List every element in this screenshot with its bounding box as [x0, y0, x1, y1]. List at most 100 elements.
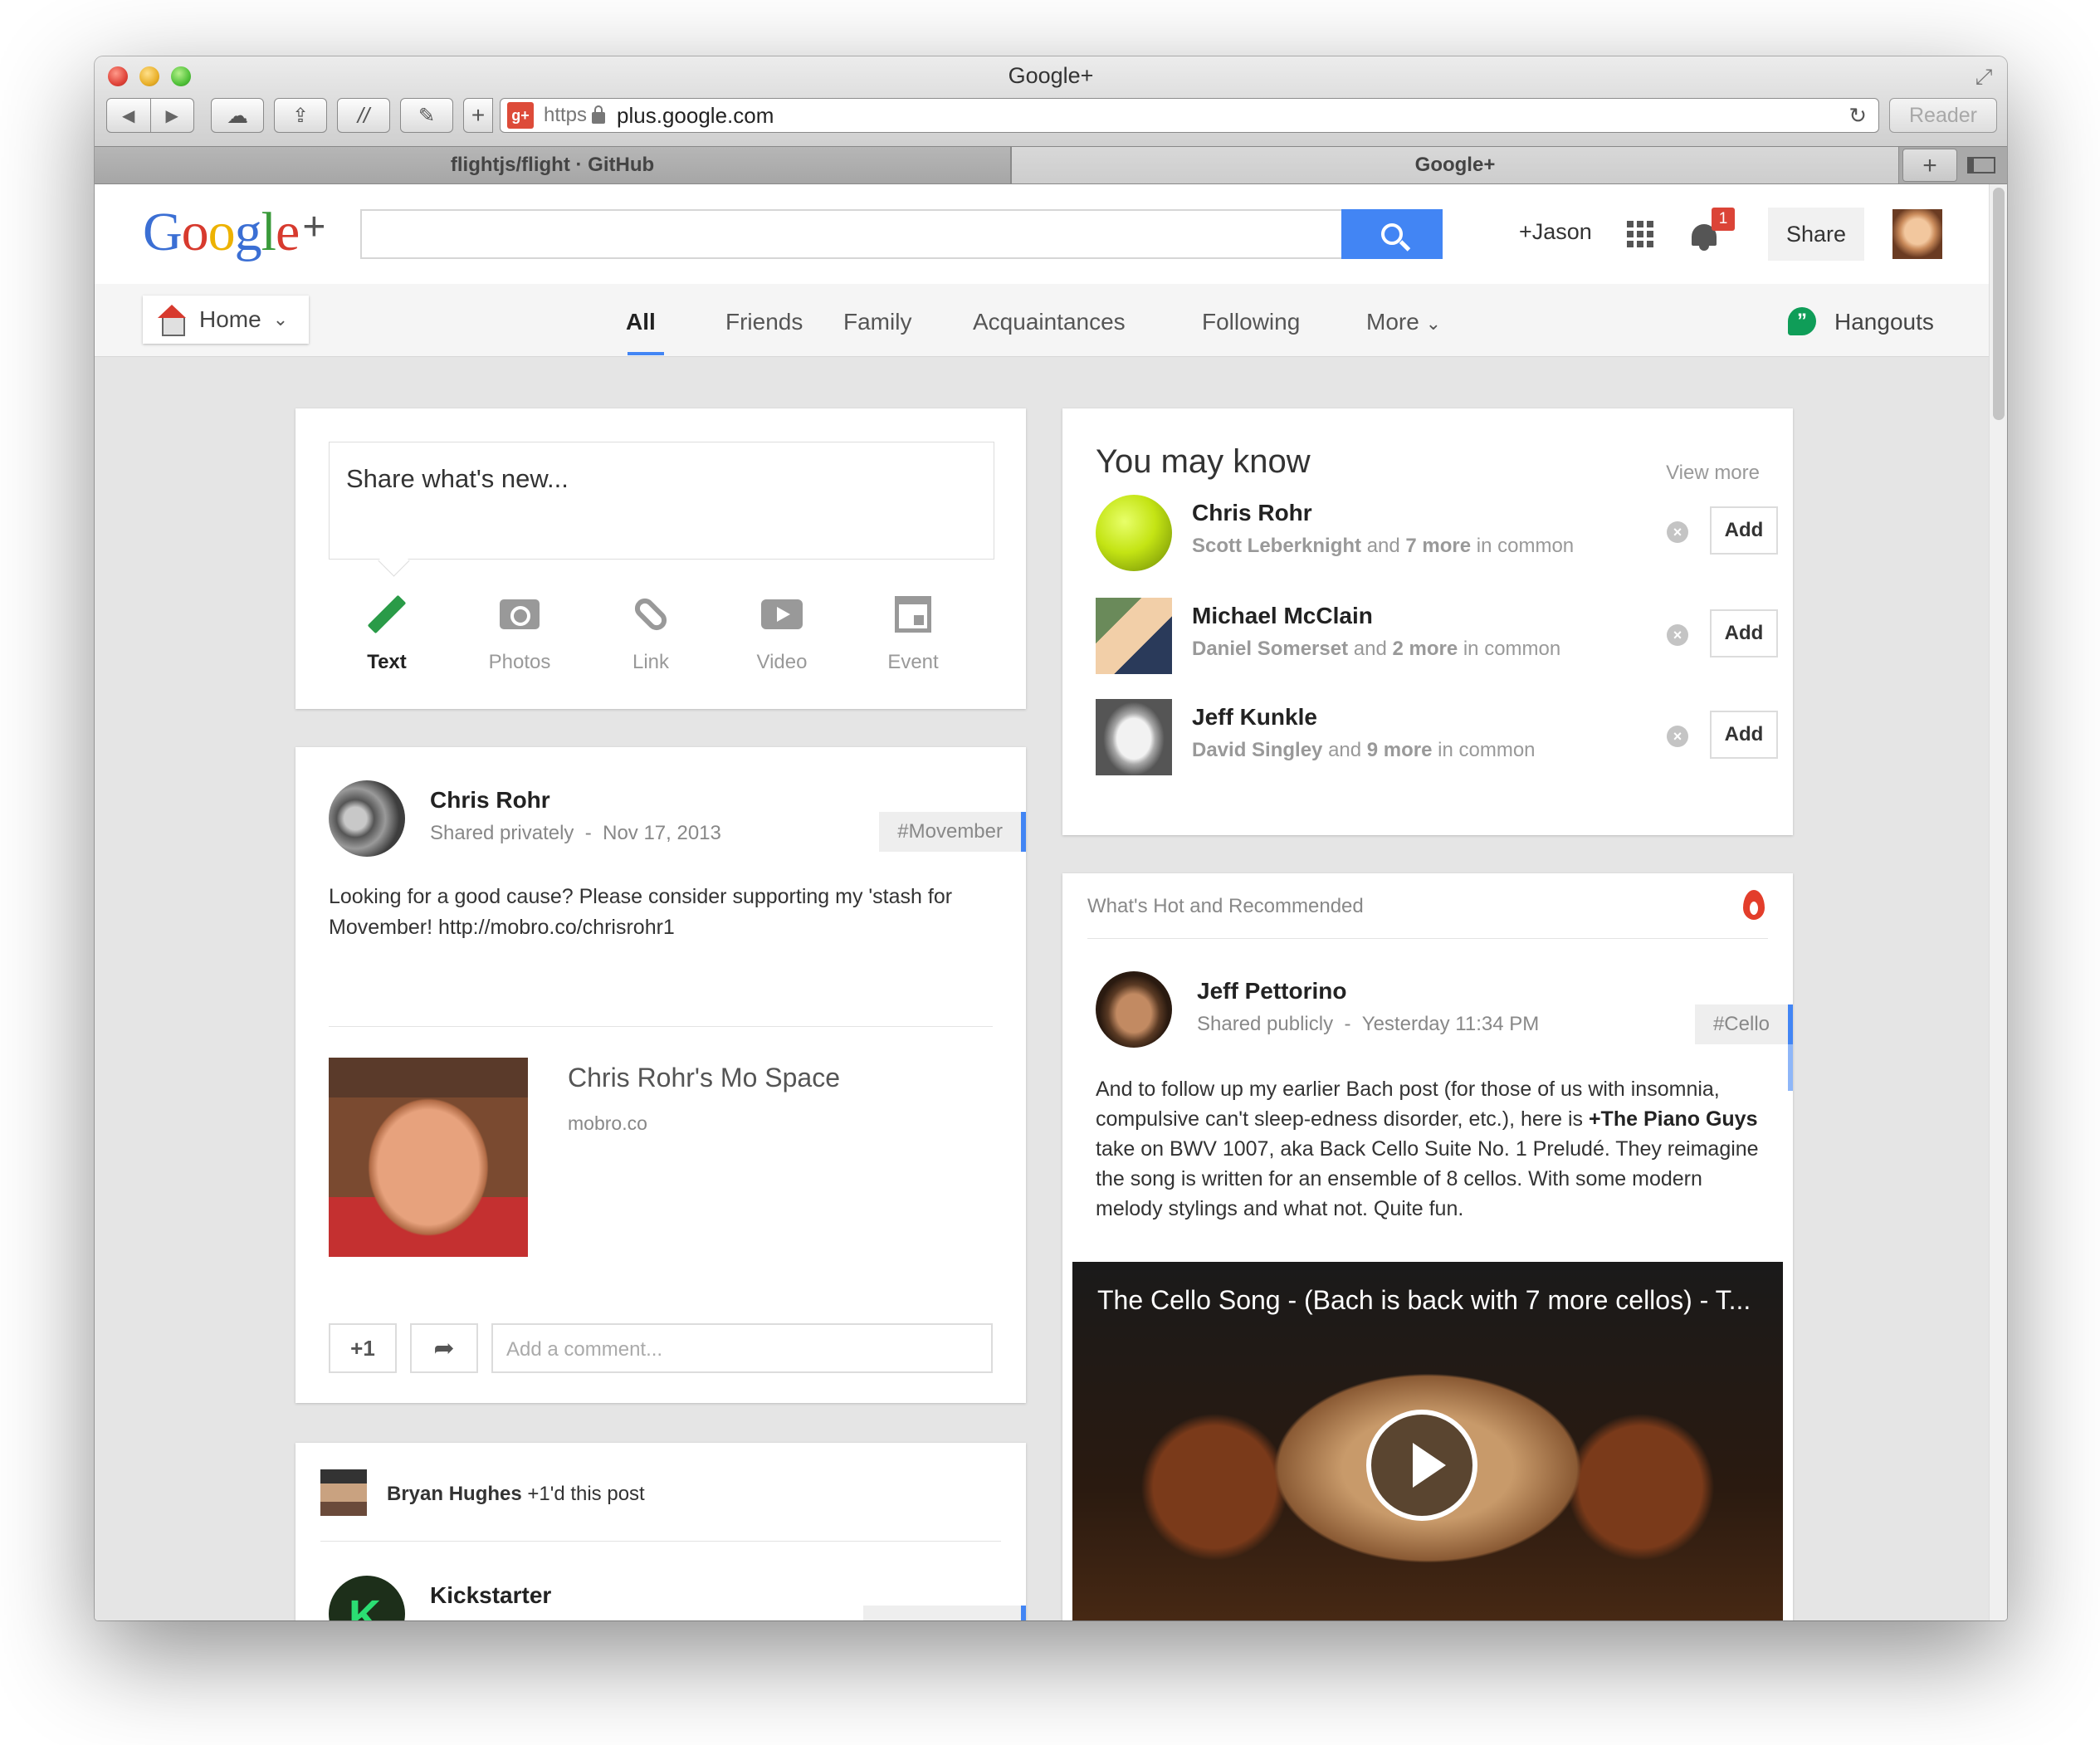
share-option-link[interactable]: Link — [593, 591, 709, 674]
person-name[interactable]: Jeff Kunkle — [1192, 704, 1317, 731]
plusoner-name[interactable]: Bryan Hughes — [387, 1483, 522, 1505]
post-meta: Shared publicly - Yesterday 11:34 PM — [1197, 1013, 1540, 1035]
post-text: Looking for a good cause? Please conside… — [329, 885, 953, 939]
avatar[interactable] — [1096, 495, 1172, 571]
tab-following[interactable]: Following — [1202, 309, 1300, 335]
post-date[interactable]: Nov 17, 2013 — [603, 822, 721, 844]
share-page-button[interactable]: ⇪ — [274, 98, 327, 133]
active-tab-indicator — [628, 352, 664, 355]
divider — [1087, 938, 1768, 939]
forward-icon[interactable]: ▶ — [150, 105, 193, 126]
video-title[interactable]: The Cello Song - (Bach is back with 7 mo… — [1097, 1285, 1751, 1316]
add-bookmark-button[interactable]: + — [463, 98, 493, 133]
home-menu-button[interactable]: Home ⌄ — [143, 296, 309, 344]
avatar[interactable] — [1096, 971, 1172, 1048]
back-icon[interactable]: ◀ — [107, 105, 150, 126]
extension-button[interactable]: // — [337, 98, 390, 133]
fullscreen-icon[interactable]: ⤢ — [1972, 65, 1995, 88]
window-title: Google+ — [1008, 63, 1094, 88]
kickstarter-avatar[interactable] — [329, 1576, 405, 1620]
post-author[interactable]: Jeff Pettorino — [1197, 978, 1346, 1004]
apps-grid-icon[interactable] — [1627, 221, 1653, 247]
chevron-down-icon: ⌄ — [272, 309, 289, 330]
icloud-tabs-button[interactable]: ☁ — [211, 98, 264, 133]
scroll-thumb[interactable] — [1993, 188, 2005, 420]
tab-bar: flightjs/flight · GitHub Google+ + — [95, 146, 2007, 184]
profile-link[interactable]: +Jason — [1519, 219, 1592, 245]
notification-count-badge[interactable]: 1 — [1712, 208, 1735, 231]
lock-icon — [592, 105, 606, 124]
dismiss-icon[interactable]: × — [1667, 726, 1688, 747]
avatar[interactable] — [329, 780, 405, 857]
share-box-card: Share what's new... Text Photos Link Vid… — [295, 408, 1026, 709]
post-author[interactable]: Chris Rohr — [430, 787, 550, 814]
reload-icon[interactable]: ↻ — [1848, 103, 1867, 129]
search-button[interactable] — [1341, 209, 1443, 259]
post-visibility[interactable]: Shared publicly — [1197, 1013, 1333, 1035]
dismiss-icon[interactable]: × — [1667, 521, 1688, 543]
share-button[interactable]: Share — [1768, 208, 1864, 261]
plusoned-line: Bryan Hughes +1'd this post — [387, 1483, 645, 1506]
reader-button[interactable]: Reader — [1889, 98, 1997, 133]
tab-github[interactable]: flightjs/flight · GitHub — [95, 147, 1011, 183]
add-comment-input[interactable]: Add a comment... — [491, 1323, 993, 1373]
tab-overview-icon[interactable] — [1967, 157, 1995, 174]
url-domain: plus.google.com — [617, 102, 774, 128]
share-out-icon: ⇪ — [291, 104, 310, 127]
play-icon[interactable] — [1366, 1410, 1477, 1521]
link-preview-image[interactable] — [329, 1058, 528, 1257]
post-visibility[interactable]: Shared privately — [430, 822, 574, 844]
reshare-button[interactable]: ➦ — [410, 1323, 478, 1373]
add-person-button[interactable]: Add — [1710, 711, 1778, 759]
tab-more-label: More — [1366, 309, 1419, 335]
add-person-button[interactable]: Add — [1710, 609, 1778, 657]
cloud-icon: ☁ — [227, 102, 248, 128]
gplus-favicon: g+ — [507, 102, 534, 129]
tab-more[interactable]: More ⌄ — [1366, 309, 1441, 335]
tab-family[interactable]: Family — [843, 309, 911, 335]
share-option-photos[interactable]: Photos — [462, 591, 578, 674]
post-author[interactable]: Kickstarter — [430, 1582, 551, 1609]
plus-one-button[interactable]: +1 — [329, 1323, 397, 1373]
hashtag-badge[interactable] — [863, 1606, 1026, 1620]
hashtag-badge[interactable]: #Movember — [879, 812, 1026, 852]
tab-google-plus[interactable]: Google+ — [1011, 147, 1899, 183]
new-tab-button[interactable]: + — [1902, 149, 1957, 182]
browser-window: Google+ ⤢ ◀ ▶ ☁ ⇪ // ✎ + g+ https plus.go… — [95, 56, 2007, 1620]
suggested-person: Chris Rohr Scott Leberknight and 7 more … — [1096, 495, 1778, 571]
tools-button[interactable]: ✎ — [400, 98, 453, 133]
share-option-label: Video — [756, 651, 808, 673]
video-embed[interactable]: The Cello Song - (Bach is back with 7 mo… — [1072, 1262, 1783, 1620]
share-option-text[interactable]: Text — [329, 591, 445, 674]
hashtag-accent-bar — [1788, 1044, 1793, 1091]
hashtag-badge[interactable]: #Cello — [1694, 1004, 1793, 1044]
link-preview-title[interactable]: Chris Rohr's Mo Space — [568, 1063, 840, 1093]
add-person-button[interactable]: Add — [1710, 506, 1778, 555]
account-avatar[interactable] — [1892, 209, 1942, 259]
share-option-event[interactable]: Event — [855, 591, 971, 674]
tab-acquaintances[interactable]: Acquaintances — [973, 309, 1126, 335]
search-input[interactable] — [360, 209, 1343, 259]
suggested-person: Jeff Kunkle David Singley and 9 more in … — [1096, 699, 1778, 775]
avatar[interactable] — [320, 1469, 367, 1516]
view-more-link[interactable]: View more — [1666, 462, 1760, 485]
share-option-video[interactable]: Video — [724, 591, 840, 674]
share-option-label: Event — [887, 651, 939, 673]
tab-all[interactable]: All — [626, 309, 656, 335]
avatar[interactable] — [1096, 598, 1172, 674]
plus-icon: + — [471, 102, 486, 128]
hangouts-link[interactable]: Hangouts — [1834, 309, 1934, 335]
address-bar[interactable]: g+ https plus.google.com ↻ — [500, 98, 1879, 133]
avatar[interactable] — [1096, 699, 1172, 775]
mention-link[interactable]: +The Piano Guys — [1589, 1107, 1758, 1131]
person-name[interactable]: Michael McClain — [1192, 603, 1373, 629]
dismiss-icon[interactable]: × — [1667, 624, 1688, 646]
post-text: And to follow up my earlier Bach post (f… — [1096, 1078, 1759, 1220]
vertical-scrollbar[interactable] — [1989, 184, 2007, 1620]
person-name[interactable]: Chris Rohr — [1192, 500, 1312, 526]
google-plus-logo[interactable]: Google+ — [143, 201, 325, 264]
post-date[interactable]: Yesterday 11:34 PM — [1362, 1013, 1539, 1035]
hangouts-icon[interactable]: ” — [1788, 307, 1816, 335]
share-whats-new-input[interactable]: Share what's new... — [329, 442, 994, 560]
tab-friends[interactable]: Friends — [725, 309, 803, 335]
